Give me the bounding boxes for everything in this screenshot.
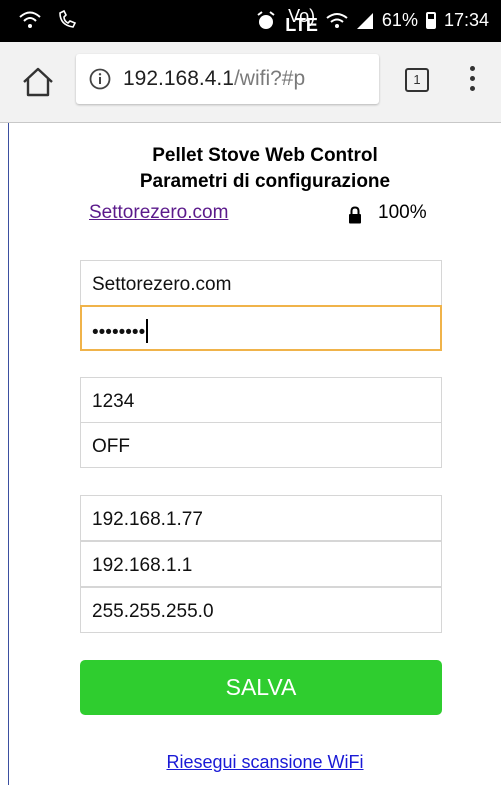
ip-address-field[interactable]: 192.168.1.77 (80, 495, 442, 541)
signal-icon (356, 12, 373, 29)
subnet-field[interactable]: 255.255.255.0 (80, 587, 442, 633)
network-link[interactable]: Settorezero.com (89, 202, 228, 224)
battery-percent: 61% (381, 10, 418, 30)
browser-toolbar: 192.168.4.1/wifi?#p 1 (0, 42, 501, 123)
url-path: /wifi?#p (233, 67, 306, 90)
info-icon[interactable] (89, 68, 111, 90)
mode-value: OFF (92, 436, 130, 457)
call-forward-icon (59, 9, 77, 28)
password-field[interactable]: •••••••• (80, 305, 442, 351)
page-subtitle: Parametri di configurazione (139, 171, 391, 192)
wifi-call-icon (19, 11, 41, 28)
rescan-wifi-link[interactable]: Riesegui scansione WiFi (0, 752, 501, 773)
mode-field[interactable]: OFF (80, 422, 442, 468)
pin-field[interactable]: 1234 (80, 377, 442, 423)
save-button[interactable]: SALVA (80, 660, 442, 715)
signal-strength: 100% (378, 202, 427, 223)
alarm-clock-icon (257, 10, 275, 29)
gateway-value: 192.168.1.1 (92, 555, 193, 576)
tab-switcher-icon[interactable]: 1 (405, 68, 429, 92)
page-title: Pellet Stove Web Control (152, 145, 378, 166)
ssid-field[interactable]: Settorezero.com (80, 260, 442, 306)
clock: 17:34 (443, 10, 489, 30)
window-edge (8, 123, 9, 785)
password-value: •••••••• (92, 322, 146, 343)
url-text[interactable]: 192.168.4.1/wifi?#p (123, 67, 305, 91)
volte-badge: Vo) LTE (285, 5, 318, 35)
address-bar[interactable]: 192.168.4.1/wifi?#p (76, 54, 379, 104)
gateway-field[interactable]: 192.168.1.1 (80, 541, 442, 587)
overflow-menu-icon[interactable] (470, 66, 476, 96)
status-left-icons (18, 9, 78, 31)
text-caret (146, 319, 149, 343)
wifi-icon (326, 12, 348, 28)
status-right-icons: Vo) LTE 61% 17:34 (255, 5, 489, 35)
ip-address-value: 192.168.1.77 (92, 509, 203, 530)
home-icon[interactable] (20, 64, 56, 100)
subnet-value: 255.255.255.0 (92, 601, 214, 622)
status-bar: Vo) LTE 61% 17:34 (0, 0, 501, 42)
ssid-value: Settorezero.com (92, 274, 232, 295)
lock-icon (349, 206, 361, 224)
tab-count: 1 (413, 72, 421, 87)
url-host: 192.168.4.1 (123, 67, 234, 90)
pin-value: 1234 (92, 391, 135, 412)
battery-icon (425, 12, 436, 29)
